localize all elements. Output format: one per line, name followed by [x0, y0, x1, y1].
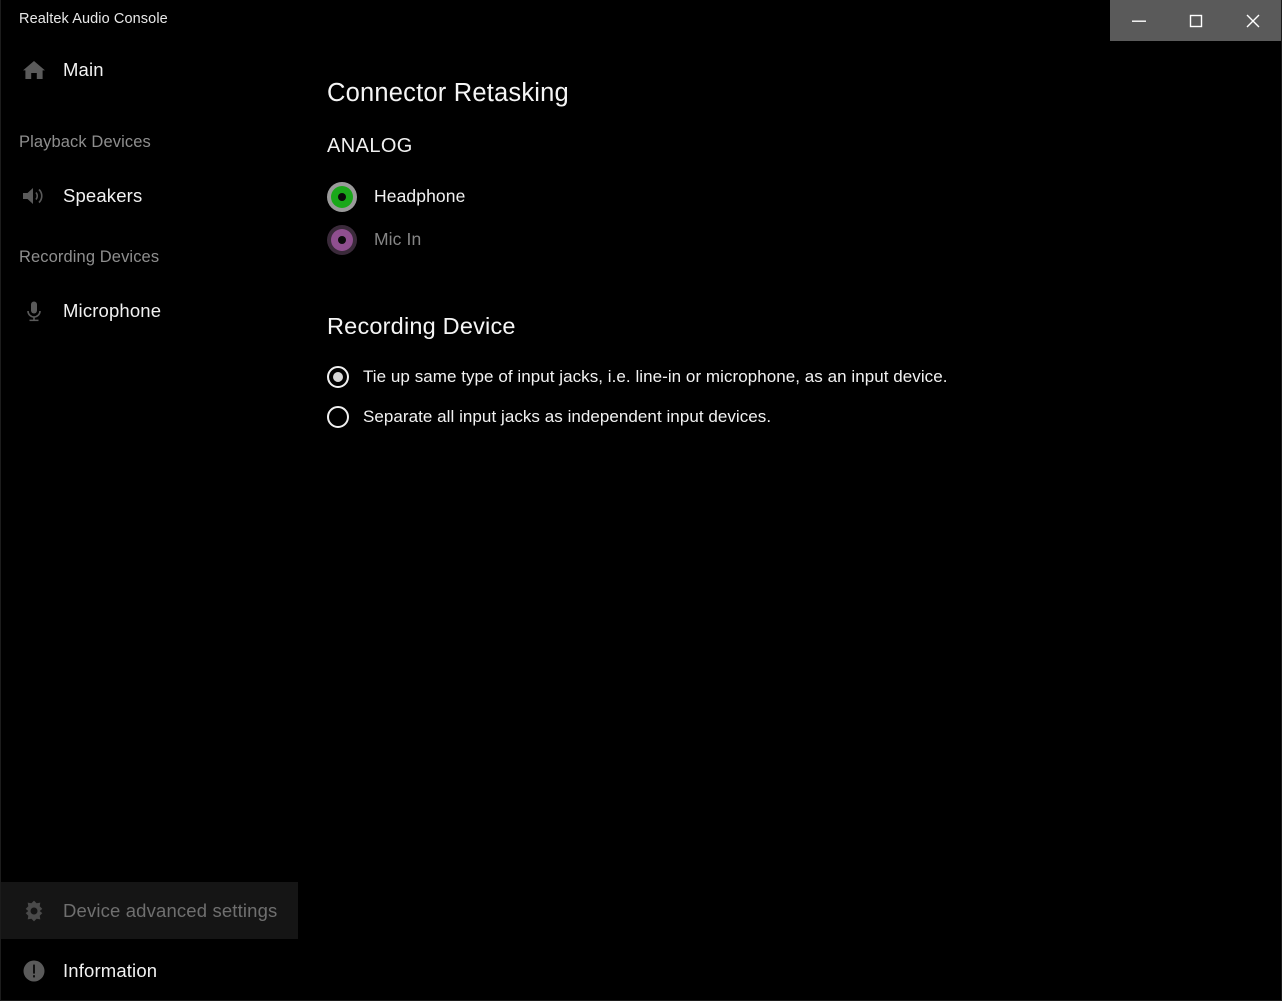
home-icon	[18, 54, 50, 86]
sidebar-item-label: Speakers	[63, 184, 143, 206]
speaker-icon	[18, 180, 50, 212]
radio-option-separate-all-jacks[interactable]: Separate all input jacks as independent …	[327, 397, 1227, 437]
sidebar: Main Playback Devices Speakers Recording…	[1, 41, 298, 1000]
jack-label: Mic In	[374, 229, 422, 249]
maximize-button[interactable]	[1167, 0, 1224, 41]
maximize-icon	[1183, 8, 1209, 34]
sidebar-item-label: Information	[63, 959, 158, 981]
close-icon	[1240, 8, 1266, 34]
sidebar-item-microphone[interactable]: Microphone	[1, 282, 298, 339]
close-button[interactable]	[1224, 0, 1281, 41]
sidebar-item-main[interactable]: Main	[1, 41, 298, 98]
sidebar-item-device-advanced-settings[interactable]: Device advanced settings	[1, 882, 298, 939]
jack-row-mic-in[interactable]: Mic In	[327, 218, 927, 261]
sidebar-item-information[interactable]: Information	[1, 942, 298, 999]
page-title: Connector Retasking	[327, 79, 569, 107]
radio-option-label: Tie up same type of input jacks, i.e. li…	[363, 367, 948, 386]
app-title: Realtek Audio Console	[19, 11, 168, 27]
analog-section-label: ANALOG	[327, 135, 413, 157]
analog-jack-list: Headphone Mic In	[327, 175, 927, 261]
headphone-jack-icon	[327, 181, 357, 212]
microphone-icon	[18, 295, 50, 327]
window-controls	[1110, 0, 1281, 41]
gear-icon	[18, 895, 50, 927]
sidebar-item-label: Microphone	[63, 299, 162, 321]
recording-device-title: Recording Device	[327, 313, 516, 339]
sidebar-item-speakers[interactable]: Speakers	[1, 167, 298, 224]
sidebar-item-label: Device advanced settings	[63, 899, 278, 921]
jack-label: Headphone	[374, 186, 466, 206]
recording-device-options: Tie up same type of input jacks, i.e. li…	[327, 357, 1227, 437]
minimize-button[interactable]	[1110, 0, 1167, 41]
sidebar-group-playback-devices: Playback Devices	[19, 133, 151, 151]
minimize-icon	[1126, 8, 1152, 34]
sidebar-item-label: Main	[63, 58, 104, 80]
radio-button-selected-icon[interactable]	[327, 366, 349, 388]
sidebar-group-recording-devices: Recording Devices	[19, 248, 160, 266]
title-bar[interactable]: Realtek Audio Console	[1, 0, 1281, 41]
mic-in-jack-icon	[327, 224, 357, 255]
info-icon	[18, 955, 50, 987]
app-window: Realtek Audio Console Main Playback Devi…	[0, 0, 1282, 1001]
jack-row-headphone[interactable]: Headphone	[327, 175, 927, 218]
radio-option-tie-up-same-type[interactable]: Tie up same type of input jacks, i.e. li…	[327, 357, 1227, 397]
radio-option-label: Separate all input jacks as independent …	[363, 407, 772, 426]
radio-button-unselected-icon[interactable]	[327, 406, 349, 428]
main-content: Connector Retasking ANALOG Headphone Mic…	[298, 41, 1281, 1000]
